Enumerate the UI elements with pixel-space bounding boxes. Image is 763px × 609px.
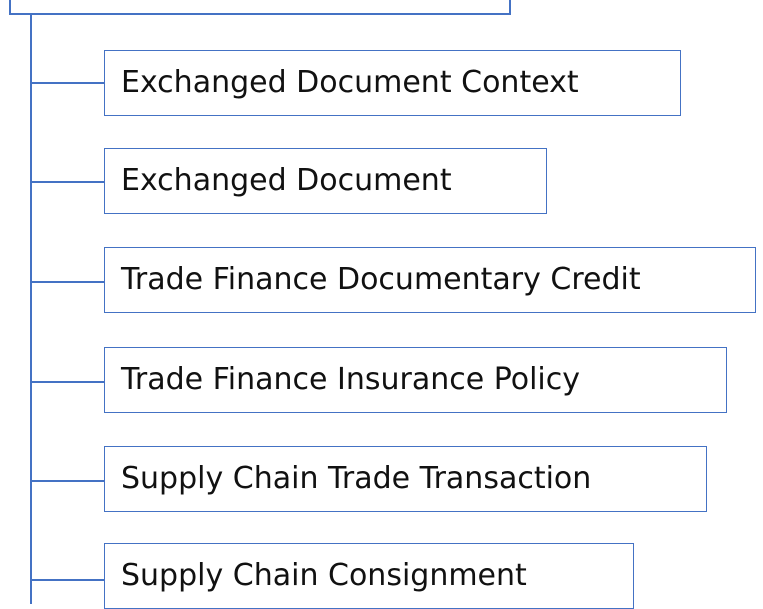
connector-3 — [31, 281, 105, 283]
node-label: Trade Finance Documentary Credit — [121, 262, 641, 297]
node-supply-chain-consignment: Supply Chain Consignment — [104, 543, 634, 609]
node-label: Exchanged Document — [121, 163, 452, 198]
connector-1 — [31, 82, 105, 84]
node-label: Supply Chain Trade Transaction — [121, 461, 592, 496]
node-exchanged-document-context: Exchanged Document Context — [104, 50, 681, 116]
node-trade-finance-insurance-policy: Trade Finance Insurance Policy — [104, 347, 727, 413]
tree-trunk-line — [30, 14, 32, 604]
tree-diagram: Exchanged Document Context Exchanged Doc… — [0, 0, 763, 609]
parent-box-right-edge — [509, 0, 511, 15]
connector-4 — [31, 381, 105, 383]
node-trade-finance-documentary-credit: Trade Finance Documentary Credit — [104, 247, 756, 313]
node-exchanged-document: Exchanged Document — [104, 148, 547, 214]
node-supply-chain-trade-transaction: Supply Chain Trade Transaction — [104, 446, 707, 512]
node-label: Supply Chain Consignment — [121, 558, 527, 593]
connector-2 — [31, 181, 105, 183]
connector-6 — [31, 579, 105, 581]
parent-box-bottom-edge — [9, 13, 511, 15]
connector-5 — [31, 480, 105, 482]
node-label: Exchanged Document Context — [121, 65, 579, 100]
node-label: Trade Finance Insurance Policy — [121, 362, 580, 397]
